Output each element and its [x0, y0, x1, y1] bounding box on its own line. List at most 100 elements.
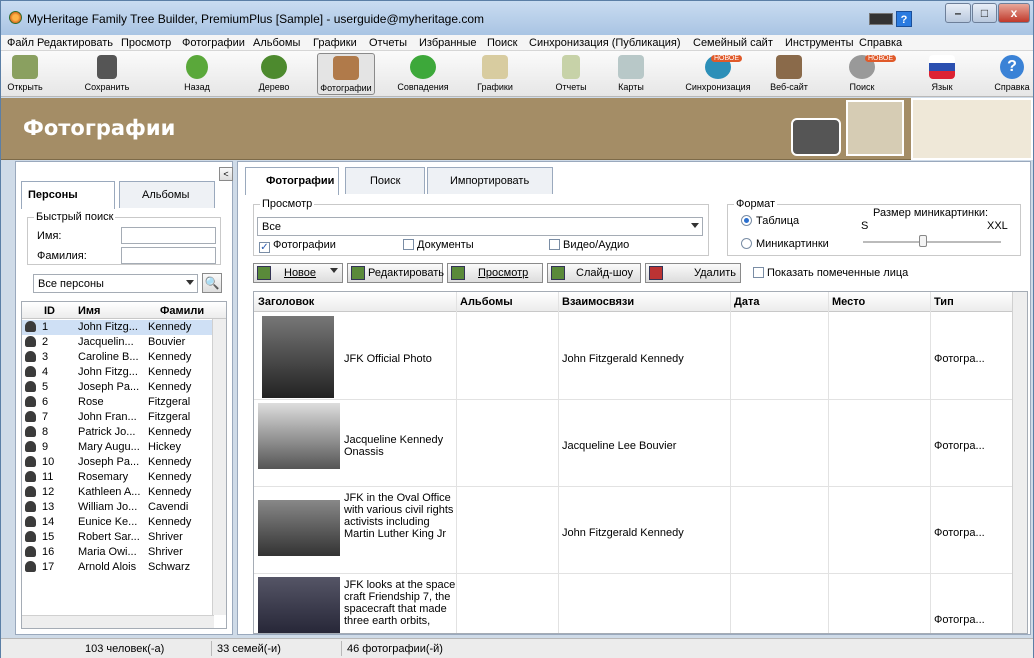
menu-photos[interactable]: Фотографии [182, 37, 245, 49]
thumbnail-size-track [863, 241, 1001, 243]
format-thumbnails-radio[interactable]: Миникартинки [741, 238, 829, 250]
photos-checkbox[interactable]: ✓ Фотографии [259, 239, 336, 253]
table-row[interactable]: 16 Maria Owi... Shriver [22, 545, 212, 560]
table-row[interactable]: 4 John Fitzg... Kennedy [22, 365, 212, 380]
table-row[interactable]: 7 John Fran... Fitzgeral [22, 410, 212, 425]
video-audio-checkbox[interactable]: Видео/Аудио [549, 239, 629, 251]
column-relations[interactable]: Взаимосвязи [562, 296, 634, 308]
table-row[interactable]: 14 Eunice Ke... Kennedy [22, 515, 212, 530]
menu-charts[interactable]: Графики [313, 37, 357, 49]
last-name-input[interactable] [121, 247, 216, 264]
table-row[interactable]: 6 Rose Fitzgeral [22, 395, 212, 410]
toolbar-reports-button[interactable]: Отчеты [551, 53, 591, 95]
close-button[interactable]: x [998, 3, 1030, 23]
toolbar-sync-button[interactable]: Синхронизация НОВОЕ [685, 53, 751, 95]
menu-view[interactable]: Просмотр [121, 37, 171, 49]
persons-horizontal-scrollbar[interactable] [22, 615, 214, 628]
tab-import[interactable]: Импортировать [427, 167, 553, 194]
minimize-button[interactable]: – [945, 3, 971, 23]
show-tagged-faces-check-box[interactable] [753, 267, 764, 278]
photo-row[interactable]: JFK in the Oval Office with various civi… [254, 487, 1014, 574]
toolbar-open-button[interactable]: Открыть [5, 53, 45, 95]
table-radio-button[interactable] [741, 215, 752, 226]
column-name[interactable]: Имя [78, 305, 100, 317]
person-surname: Kennedy [148, 516, 192, 528]
chevron-down-icon[interactable] [330, 268, 338, 273]
persons-vertical-scrollbar[interactable] [212, 319, 226, 615]
table-row[interactable]: 10 Joseph Pa... Kennedy [22, 455, 212, 470]
collapse-panel-button[interactable]: < [219, 167, 233, 181]
tab-search[interactable]: Поиск [345, 167, 425, 194]
first-name-input[interactable] [121, 227, 216, 244]
table-row[interactable]: 13 William Jo... Cavendi [22, 500, 212, 515]
tab-persons[interactable]: Персоны [21, 181, 115, 209]
documents-checkbox[interactable]: Документы [403, 239, 474, 251]
menu-albums[interactable]: Альбомы [253, 37, 300, 49]
tab-photos[interactable]: Фотографии [245, 167, 339, 195]
column-surname[interactable]: Фамили [160, 305, 204, 317]
table-row[interactable]: 17 Arnold Alois Schwarz [22, 560, 212, 575]
toolbar-maps-button[interactable]: Карты [611, 53, 651, 95]
menu-family-site[interactable]: Семейный сайт [693, 37, 773, 49]
menu-search[interactable]: Поиск [487, 37, 517, 49]
column-place[interactable]: Место [832, 296, 865, 308]
menu-favorites[interactable]: Избранные [419, 37, 477, 49]
column-type[interactable]: Тип [934, 296, 954, 308]
toolbar-language-button[interactable]: Язык [925, 53, 959, 95]
thumbnails-radio-button[interactable] [741, 238, 752, 249]
show-tagged-faces-checkbox[interactable]: Показать помеченные лица [753, 267, 908, 279]
view-select[interactable]: Все [257, 217, 703, 236]
column-albums[interactable]: Альбомы [460, 296, 513, 308]
help-icon[interactable]: ? [896, 11, 912, 27]
photo-row[interactable]: Jacqueline Kennedy Onassis Jacqueline Le… [254, 400, 1014, 487]
video-audio-check-box[interactable] [549, 239, 560, 250]
table-row[interactable]: 3 Caroline B... Kennedy [22, 350, 212, 365]
menu-file[interactable]: Файл [7, 37, 34, 49]
table-row[interactable]: 9 Mary Augu... Hickey [22, 440, 212, 455]
toolbar-help-button[interactable]: ? Справка [991, 53, 1033, 95]
photos-vertical-scrollbar[interactable] [1012, 292, 1027, 633]
column-title[interactable]: Заголовок [258, 296, 314, 308]
documents-check-box[interactable] [403, 239, 414, 250]
format-table-radio[interactable]: Таблица [741, 215, 799, 227]
menu-reports[interactable]: Отчеты [369, 37, 407, 49]
table-row[interactable]: 12 Kathleen A... Kennedy [22, 485, 212, 500]
slideshow-button[interactable]: Слайд-шоу [547, 263, 641, 283]
table-row[interactable]: 8 Patrick Jo... Kennedy [22, 425, 212, 440]
column-id[interactable]: ID [44, 305, 55, 317]
toolbar-website-button[interactable]: Веб-сайт [769, 53, 809, 95]
folder-icon [12, 55, 38, 79]
keyboard-layout-icon[interactable] [869, 13, 893, 25]
toolbar-tree-button[interactable]: Дерево [249, 53, 299, 95]
menu-sync[interactable]: Синхронизация (Публикация) [529, 37, 681, 49]
toolbar-back-button[interactable]: Назад [171, 53, 223, 95]
photo-title: JFK looks at the space craft Friendship … [344, 579, 456, 627]
edit-button[interactable]: Редактировать [347, 263, 444, 283]
maximize-button[interactable]: □ [972, 3, 997, 23]
toolbar-search-button[interactable]: Поиск НОВОЕ [845, 53, 897, 95]
photo-row[interactable]: JFK looks at the space craft Friendship … [254, 574, 1014, 633]
tab-albums[interactable]: Альбомы [119, 181, 215, 208]
photos-check-box[interactable]: ✓ [259, 242, 270, 253]
photo-row[interactable]: JFK Official Photo John Fitzgerald Kenne… [254, 313, 1014, 400]
table-row[interactable]: 2 Jacquelin... Bouvier [22, 335, 212, 350]
thumbnail-size-slider[interactable] [919, 235, 927, 247]
menu-tools[interactable]: Инструменты [785, 37, 854, 49]
view-button[interactable]: Просмотр [447, 263, 543, 283]
table-row[interactable]: 1 John Fitzg... Kennedy [22, 320, 212, 335]
table-row[interactable]: 11 Rosemary Kennedy [22, 470, 212, 485]
delete-button[interactable]: Удалить [645, 263, 741, 283]
new-button[interactable]: Новое [253, 263, 343, 283]
menu-help[interactable]: Справка [859, 37, 902, 49]
menu-edit[interactable]: Редактировать [37, 37, 113, 49]
table-row[interactable]: 5 Joseph Pa... Kennedy [22, 380, 212, 395]
column-date[interactable]: Дата [734, 296, 759, 308]
toolbar-charts-button[interactable]: Графики [473, 53, 517, 95]
toolbar-matches-button[interactable]: Совпадения [393, 53, 453, 95]
toolbar-save-button[interactable]: Сохранить [77, 53, 137, 95]
toolbar-photos-button[interactable]: Фотографии [317, 53, 375, 95]
person-icon [25, 441, 36, 452]
table-row[interactable]: 15 Robert Sar... Shriver [22, 530, 212, 545]
search-persons-button[interactable]: 🔍 [202, 273, 222, 293]
persons-filter-select[interactable]: Все персоны [33, 274, 198, 293]
